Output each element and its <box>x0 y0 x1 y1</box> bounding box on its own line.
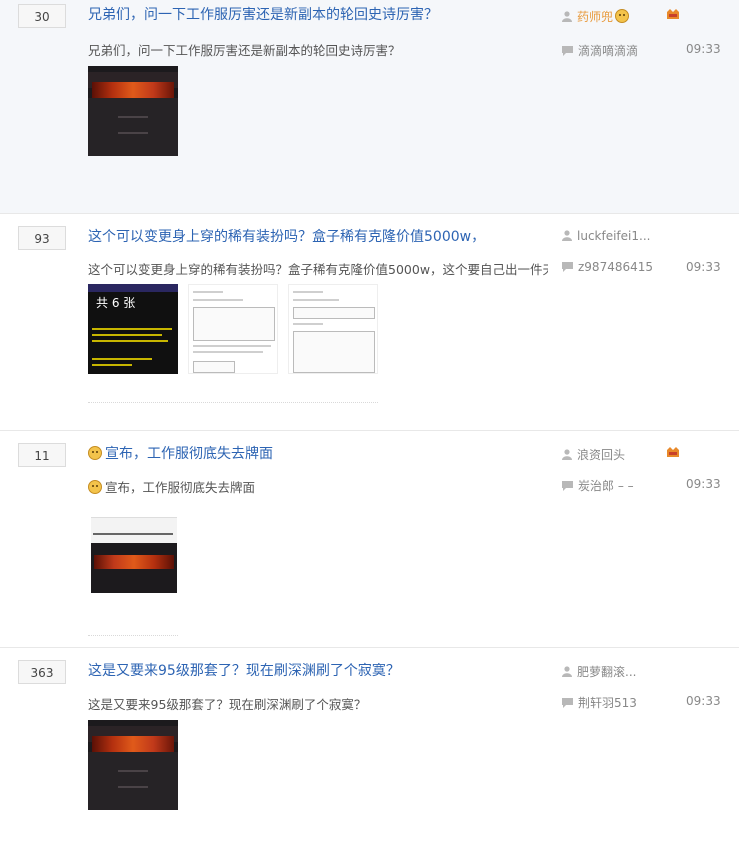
divider <box>88 402 378 404</box>
hot-thread-icon <box>667 9 679 19</box>
user-icon <box>562 666 572 677</box>
thread-excerpt: 这个可以变更身上穿的稀有装扮吗？盒子稀有克隆价值5000w，这个要自己出一件天.… <box>88 262 548 277</box>
thread-image[interactable] <box>91 503 177 593</box>
thread-excerpt: 兄弟们，问一下工作服厉害还是新副本的轮回史诗厉害？ <box>88 43 401 58</box>
last-replier-name[interactable]: z987486415 <box>578 260 653 274</box>
thread-author[interactable]: luckfeifei1... <box>562 229 662 243</box>
thread-item[interactable]: 11 宣布，工作服彻底失去牌面 宣布，工作服彻底失去牌面 浪资回头 炭治郎 – … <box>0 431 739 648</box>
reply-bubble-icon <box>562 46 573 56</box>
thread-image[interactable]: 共 6 张 <box>88 284 178 374</box>
thread-excerpt: 宣布，工作服彻底失去牌面 <box>88 477 255 496</box>
thread-item[interactable]: 30 兄弟们，问一下工作服厉害还是新副本的轮回史诗厉害？ 兄弟们，问一下工作服厉… <box>0 0 739 214</box>
author-name[interactable]: luckfeifei1... <box>577 229 650 243</box>
user-icon <box>562 11 572 22</box>
thread-title[interactable]: 这个可以变更身上穿的稀有装扮吗？盒子稀有克隆价值5000w， <box>88 226 485 246</box>
last-replier-name[interactable]: 荆轩羽513 <box>578 696 637 710</box>
divider <box>88 635 178 637</box>
reply-count: 363 <box>18 660 66 684</box>
author-name[interactable]: 浪资回头 <box>577 448 625 462</box>
reply-count: 11 <box>18 443 66 467</box>
excerpt-text: 宣布，工作服彻底失去牌面 <box>105 480 256 495</box>
thread-title[interactable]: 宣布，工作服彻底失去牌面 <box>88 443 273 463</box>
user-icon <box>562 230 572 241</box>
thread-title-text[interactable]: 宣布，工作服彻底失去牌面 <box>105 446 273 462</box>
thread-title[interactable]: 这是又要来95级那套了？现在刷深渊刷了个寂寞？ <box>88 660 400 680</box>
last-reply-time: 09:33 <box>686 694 721 708</box>
thread-item[interactable]: 363 这是又要来95级那套了？现在刷深渊刷了个寂寞？ 这是又要来95级那套了？… <box>0 648 739 846</box>
last-replier[interactable]: 炭治郎 – – <box>562 477 662 494</box>
thread-author[interactable]: 浪资回头 <box>562 446 662 463</box>
face-emoji-icon <box>88 480 102 494</box>
thread-image[interactable] <box>288 284 378 374</box>
author-name[interactable]: 肥萝翻滚... <box>577 665 636 679</box>
hot-thread-icon <box>667 447 679 457</box>
face-emoji-icon <box>88 446 102 460</box>
user-icon <box>562 449 572 460</box>
thread-author[interactable]: 药师兜 <box>562 8 662 25</box>
thread-title[interactable]: 兄弟们，问一下工作服厉害还是新副本的轮回史诗厉害？ <box>88 4 438 24</box>
thread-excerpt: 这是又要来95级那套了？现在刷深渊刷了个寂寞？ <box>88 697 367 712</box>
last-reply-time: 09:33 <box>686 42 721 56</box>
thread-list: 30 兄弟们，问一下工作服厉害还是新副本的轮回史诗厉害？ 兄弟们，问一下工作服厉… <box>0 0 739 846</box>
thread-image[interactable] <box>88 720 178 810</box>
last-replier[interactable]: 荆轩羽513 <box>562 694 662 711</box>
last-replier[interactable]: z987486415 <box>562 260 662 274</box>
last-replier-name[interactable]: 炭治郎 – – <box>578 479 634 493</box>
last-reply-time: 09:33 <box>686 260 721 274</box>
reply-bubble-icon <box>562 262 573 272</box>
last-replier-name[interactable]: 滴滴嘀滴滴 <box>578 44 638 58</box>
last-replier[interactable]: 滴滴嘀滴滴 <box>562 42 662 59</box>
smiley-emoji-icon <box>615 9 630 23</box>
author-name[interactable]: 药师兜 <box>577 10 613 24</box>
reply-count: 30 <box>18 4 66 28</box>
thread-item[interactable]: 93 这个可以变更身上穿的稀有装扮吗？盒子稀有克隆价值5000w， 这个可以变更… <box>0 214 739 431</box>
last-reply-time: 09:33 <box>686 477 721 491</box>
thread-image[interactable] <box>188 284 278 374</box>
thread-image[interactable] <box>88 66 178 156</box>
image-count-label: 共 6 张 <box>96 296 136 310</box>
thread-author[interactable]: 肥萝翻滚... <box>562 663 662 680</box>
reply-bubble-icon <box>562 481 573 491</box>
reply-count: 93 <box>18 226 66 250</box>
reply-bubble-icon <box>562 698 573 708</box>
